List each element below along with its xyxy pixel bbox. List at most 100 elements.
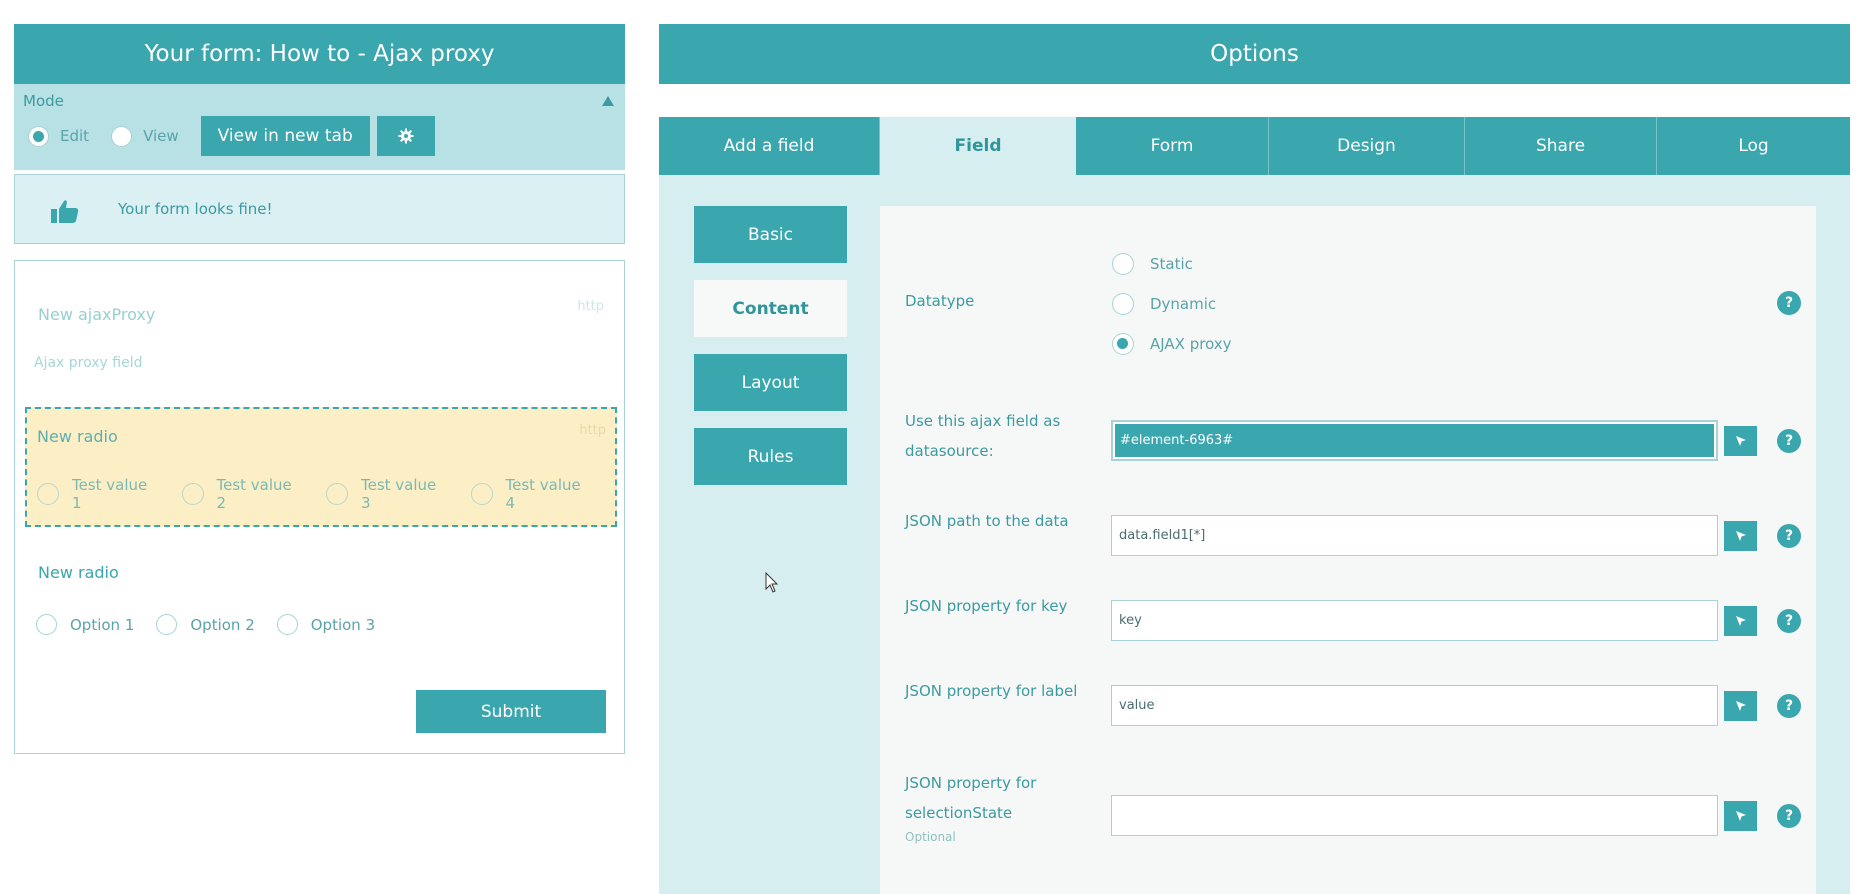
help-icon[interactable]: ? <box>1777 804 1801 828</box>
radio-field-hint: http <box>579 423 606 438</box>
help-icon[interactable]: ? <box>1777 694 1801 718</box>
json-key-label: JSON property for key <box>905 597 1068 615</box>
json-key-picker-button[interactable] <box>1724 606 1757 636</box>
gear-icon <box>398 128 414 144</box>
json-key-input[interactable]: key <box>1111 600 1718 641</box>
ajaxproxy-field-subtitle: Ajax proxy field <box>34 355 143 371</box>
mode-view-radio[interactable] <box>111 125 133 147</box>
help-icon[interactable]: ? <box>1777 291 1801 315</box>
datasource-field[interactable]: #element-6963# <box>1111 420 1718 461</box>
json-label-input[interactable]: value <box>1111 685 1718 726</box>
datatype-dynamic-option[interactable]: Dynamic <box>1112 292 1232 316</box>
ajaxproxy-field-hint: http <box>577 299 604 314</box>
mode-view-label[interactable]: View <box>143 127 179 145</box>
datatype-dynamic-label: Dynamic <box>1150 295 1217 313</box>
radio-option[interactable] <box>37 483 59 505</box>
ajaxproxy-field-title[interactable]: New ajaxProxy <box>38 305 155 324</box>
cursor-pick-icon <box>1735 616 1746 626</box>
json-selection-label-line1: JSON property for <box>905 774 1037 792</box>
tab-form[interactable]: Form <box>1076 117 1269 175</box>
options-panel: Options Add a field Field Form Design Sh… <box>659 24 1850 894</box>
radio-option-label: Test value 1 <box>72 476 148 512</box>
subnav-basic[interactable]: Basic <box>694 206 847 263</box>
mode-bar: Mode Edit View View in new tab <box>14 84 625 170</box>
options-tabs: Add a field Field Form Design Share Log <box>659 117 1850 175</box>
settings-button[interactable] <box>376 116 435 156</box>
radio-option[interactable] <box>156 614 178 635</box>
datatype-label: Datatype <box>905 292 975 310</box>
tab-design[interactable]: Design <box>1269 117 1465 175</box>
mode-edit-label[interactable]: Edit <box>60 127 89 145</box>
subnav-content[interactable]: Content <box>694 280 847 337</box>
radio-field-options: Test value 1 Test value 2 Test value 3 T… <box>37 476 615 512</box>
radio-option-label: Option 1 <box>70 615 135 634</box>
radio-option-label: Option 2 <box>190 615 255 634</box>
datatype-static-label: Static <box>1150 255 1193 273</box>
mode-edit-radio[interactable] <box>28 125 49 147</box>
tab-log[interactable]: Log <box>1657 117 1850 175</box>
radio-option-label: Test value 2 <box>216 476 292 512</box>
form-preview: New ajaxProxy http Ajax proxy field New … <box>14 260 625 754</box>
datasource-picker-button[interactable] <box>1724 426 1757 456</box>
json-path-input[interactable]: data.field1[*] <box>1111 515 1718 556</box>
help-icon[interactable]: ? <box>1777 429 1801 453</box>
cursor-pick-icon <box>1735 436 1746 446</box>
subnav-layout[interactable]: Layout <box>694 354 847 411</box>
mode-label: Mode <box>23 92 64 110</box>
datasource-label-line2: datasource: <box>905 442 994 460</box>
thumbs-up-icon <box>51 200 79 223</box>
tab-add-field[interactable]: Add a field <box>659 117 880 175</box>
radio-option[interactable] <box>181 483 204 505</box>
help-icon[interactable]: ? <box>1777 524 1801 548</box>
form-title: Your form: How to - Ajax proxy <box>14 24 625 84</box>
cursor-pick-icon <box>1735 701 1746 711</box>
json-label-picker-button[interactable] <box>1724 691 1757 721</box>
radio-field-2-options: Option 1 Option 2 Option 3 <box>36 614 397 635</box>
radio-option-label: Test value 3 <box>361 476 437 512</box>
radio-field-title: New radio <box>37 427 118 446</box>
json-label-label: JSON property for label <box>905 682 1078 700</box>
datasource-token[interactable]: #element-6963# <box>1115 424 1714 457</box>
radio-field-2-title[interactable]: New radio <box>38 563 119 582</box>
json-path-label: JSON path to the data <box>905 512 1069 530</box>
radio-option-label: Test value 4 <box>505 476 581 512</box>
mouse-pointer-icon <box>765 572 779 593</box>
options-body: Basic Content Layout Rules Datatype Stat… <box>659 175 1850 894</box>
tab-share[interactable]: Share <box>1465 117 1657 175</box>
datatype-ajax-radio[interactable] <box>1112 333 1134 355</box>
options-title: Options <box>659 24 1850 84</box>
mode-controls: Edit View View in new tab <box>28 116 435 156</box>
json-path-picker-button[interactable] <box>1724 521 1757 551</box>
datatype-static-option[interactable]: Static <box>1112 252 1232 276</box>
datatype-dynamic-radio[interactable] <box>1112 293 1134 315</box>
datasource-label-line1: Use this ajax field as <box>905 412 1061 430</box>
radio-option[interactable] <box>470 483 493 505</box>
optional-note: Optional <box>905 830 956 844</box>
form-status-box: Your form looks fine! <box>14 174 625 244</box>
json-selection-label: JSON property for selectionState Optiona… <box>905 768 1036 846</box>
json-selection-input[interactable] <box>1111 795 1718 836</box>
form-editor-panel: Your form: How to - Ajax proxy Mode Edit… <box>14 24 625 754</box>
selected-radio-field[interactable]: New radio http Test value 1 Test value 2… <box>25 407 617 527</box>
field-subnav: Basic Content Layout Rules <box>694 206 847 502</box>
subnav-rules[interactable]: Rules <box>694 428 847 485</box>
radio-option[interactable] <box>36 614 57 635</box>
radio-option[interactable] <box>326 483 348 505</box>
datatype-static-radio[interactable] <box>1112 253 1134 275</box>
content-settings-card: Datatype Static Dynamic AJAX proxy ? Use <box>880 206 1816 894</box>
json-selection-label-line2: selectionState <box>905 804 1013 822</box>
status-message: Your form looks fine! <box>118 200 273 218</box>
radio-option[interactable] <box>276 614 298 635</box>
datatype-options: Static Dynamic AJAX proxy <box>1112 252 1232 372</box>
tab-field[interactable]: Field <box>880 117 1076 175</box>
json-selection-picker-button[interactable] <box>1724 801 1757 831</box>
collapse-arrow-icon[interactable] <box>602 96 614 106</box>
submit-button[interactable]: Submit <box>416 690 606 733</box>
help-icon[interactable]: ? <box>1777 609 1801 633</box>
view-in-new-tab-button[interactable]: View in new tab <box>200 116 370 156</box>
datatype-ajax-option[interactable]: AJAX proxy <box>1112 332 1232 356</box>
datatype-ajax-label: AJAX proxy <box>1150 335 1232 353</box>
datasource-label: Use this ajax field as datasource: <box>905 406 1060 466</box>
cursor-pick-icon <box>1735 531 1746 541</box>
cursor-pick-icon <box>1735 811 1746 821</box>
